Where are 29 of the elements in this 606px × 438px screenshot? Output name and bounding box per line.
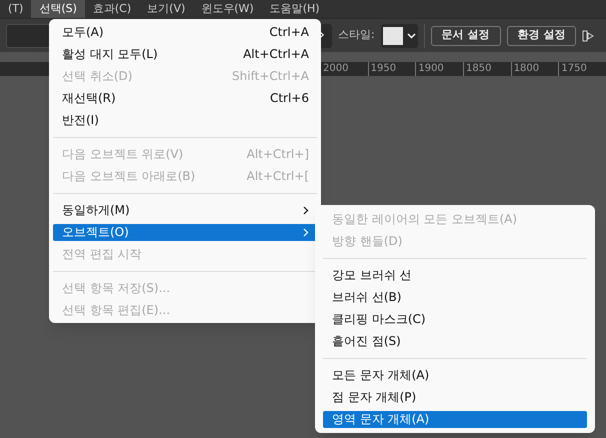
menu-item[interactable]: 재선택(R) Ctrl+6 (53, 90, 317, 106)
ruler-label: 1850 (463, 62, 511, 76)
menu-item[interactable]: 활성 대지 모두(L) Alt+Ctrl+A (53, 46, 317, 62)
ruler-label: 1900 (415, 62, 464, 76)
style-label: 스타일: (338, 27, 375, 44)
menu-item[interactable]: 영역 문자 개체(A) (323, 410, 587, 428)
menu-item[interactable]: 흩어진 점(S) (323, 332, 587, 350)
menu-item[interactable]: 오브젝트(O) (53, 224, 317, 240)
menu-item[interactable]: 점 문자 개체(P) (323, 388, 587, 406)
style-dropdown[interactable] (380, 24, 418, 48)
menu-bar-item[interactable]: 보기(V) (139, 0, 194, 18)
menu-bar-item[interactable]: 효과(C) (84, 0, 140, 18)
menu-bar-item[interactable]: (T) (0, 0, 32, 18)
menu-item[interactable]: 브러쉬 선(B) (323, 288, 587, 306)
panel-icon[interactable] (582, 28, 594, 42)
ruler-label: 1950 (368, 62, 416, 76)
menu-item[interactable]: 반전(I) (53, 112, 317, 128)
menu-bar-item[interactable]: 도움말(H) (262, 0, 328, 18)
ruler-label: 1750 (558, 62, 606, 76)
menu-item[interactable]: 강모 브러쉬 선 (323, 266, 587, 284)
menu-bar-item[interactable]: 윈도우(W) (193, 0, 262, 18)
ruler-label: 1800 (510, 62, 558, 76)
toolbar-button[interactable]: 문서 설정 (430, 26, 501, 46)
menu-bar-item[interactable]: 선택(S) (31, 0, 85, 18)
menu-item[interactable]: 동일하게(M) (53, 202, 317, 218)
menu-item[interactable]: 클리핑 마스크(C) (323, 310, 587, 328)
toolbar-button[interactable]: 환경 설정 (506, 26, 576, 46)
chevron-down-icon (406, 32, 416, 38)
menu-item[interactable]: 모든 문자 개체(A) (323, 366, 587, 384)
